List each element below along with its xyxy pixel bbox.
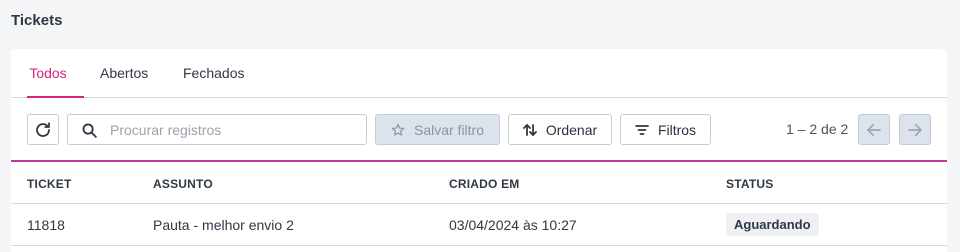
next-page-button[interactable] (899, 114, 931, 145)
tabs-bar: Todos Abertos Fechados (11, 49, 947, 98)
tab-abertos[interactable]: Abertos (100, 65, 148, 98)
star-icon (391, 123, 405, 137)
arrow-left-icon (867, 123, 881, 136)
cell-assunto: Pauta - melhor envio 2 (153, 217, 294, 233)
search-icon (82, 123, 97, 138)
tab-todos-label: Todos (29, 65, 67, 81)
sort-arrows-icon (522, 122, 537, 138)
search-field (67, 114, 367, 145)
save-filter-label: Salvar filtro (413, 121, 485, 138)
refresh-button[interactable] (27, 114, 59, 145)
refresh-icon (36, 121, 50, 137)
filter-lines-icon (635, 124, 649, 136)
filters-label: Filtros (657, 121, 697, 138)
status-badge: Aguardando (726, 213, 819, 236)
page-title: Tickets (11, 12, 63, 29)
table-row[interactable]: 11818 Pauta - melhor envio 2 03/04/2024 … (11, 204, 947, 246)
cell-ticket: 11818 (27, 217, 65, 233)
table-header: TICKET ASSUNTO CRIADO EM STATUS (11, 162, 947, 204)
tickets-card: Todos Abertos Fechados Salvar fil (11, 49, 947, 252)
order-button[interactable]: Ordenar (508, 114, 612, 145)
cell-criado-em: 03/04/2024 às 10:27 (449, 217, 577, 233)
column-header-ticket[interactable]: TICKET (27, 177, 72, 191)
column-header-assunto[interactable]: ASSUNTO (153, 177, 213, 191)
prev-page-button[interactable] (858, 114, 890, 145)
tab-todos[interactable]: Todos (27, 65, 84, 98)
column-header-status[interactable]: STATUS (726, 177, 773, 191)
tab-fechados[interactable]: Fechados (183, 65, 244, 98)
order-label: Ordenar (545, 121, 598, 138)
filters-button[interactable]: Filtros (620, 114, 711, 145)
search-input[interactable] (110, 120, 360, 140)
column-header-criado-em[interactable]: CRIADO EM (449, 177, 519, 191)
toolbar: Salvar filtro Ordenar Filtros 1 – 2 de 2 (11, 98, 947, 162)
arrow-right-icon (908, 123, 922, 136)
pagination-text: 1 – 2 de 2 (786, 121, 849, 137)
save-filter-button[interactable]: Salvar filtro (375, 114, 500, 145)
